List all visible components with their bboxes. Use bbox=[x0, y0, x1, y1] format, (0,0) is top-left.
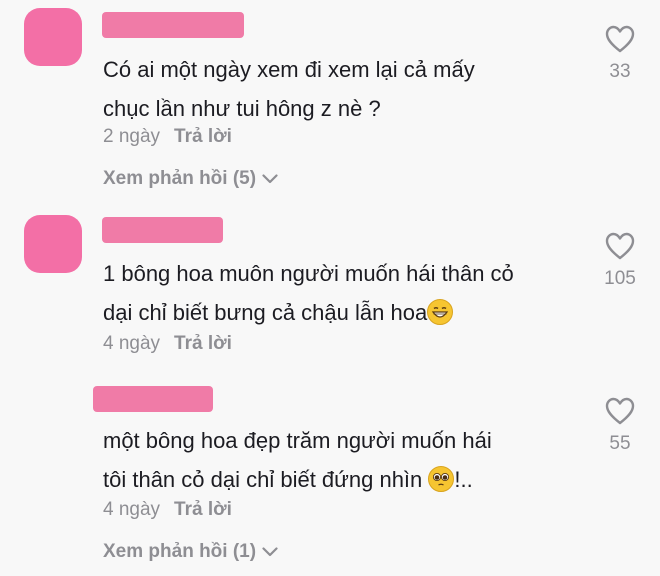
view-replies-button[interactable]: Xem phản hồi (1) bbox=[103, 541, 278, 563]
avatar[interactable] bbox=[24, 8, 82, 66]
comment-meta: 4 ngày Trả lời bbox=[103, 499, 232, 521]
like-button[interactable]: 33 bbox=[595, 25, 645, 83]
like-button[interactable]: 105 bbox=[595, 232, 645, 290]
comment-time: 2 ngày bbox=[103, 126, 161, 147]
grinning-face-emoji bbox=[427, 299, 454, 325]
comment-text: một bông hoa đẹp trăm người muốn hái tôi… bbox=[103, 428, 492, 492]
comment-text: 1 bông hoa muôn người muốn hái thân cỏ d… bbox=[103, 261, 514, 325]
heart-outline-icon bbox=[605, 232, 635, 260]
chevron-down-icon bbox=[262, 547, 278, 557]
comment-text: Có ai một ngày xem đi xem lại cả mấy chụ… bbox=[103, 57, 475, 121]
comment-time: 4 ngày bbox=[103, 499, 161, 520]
reply-button[interactable]: Trả lời bbox=[174, 333, 232, 354]
reply-button[interactable]: Trả lời bbox=[174, 126, 232, 147]
reply-button[interactable]: Trả lời bbox=[174, 499, 232, 520]
username-redacted[interactable] bbox=[102, 12, 244, 38]
heart-outline-icon bbox=[605, 397, 635, 425]
username-redacted[interactable] bbox=[102, 217, 223, 243]
like-count: 105 bbox=[604, 268, 636, 289]
heart-outline-icon bbox=[605, 25, 635, 53]
username-redacted[interactable] bbox=[93, 386, 213, 412]
like-count: 55 bbox=[609, 433, 631, 454]
avatar[interactable] bbox=[24, 215, 82, 273]
view-replies-button[interactable]: Xem phản hồi (5) bbox=[103, 168, 278, 190]
view-replies-label: Xem phản hồi (1) bbox=[103, 541, 257, 562]
comment-meta: 2 ngày Trả lời bbox=[103, 126, 232, 148]
like-count: 33 bbox=[609, 61, 631, 82]
like-button[interactable]: 55 bbox=[595, 397, 645, 455]
pleading-face-emoji bbox=[428, 466, 455, 492]
comment-meta: 4 ngày Trả lời bbox=[103, 333, 232, 355]
chevron-down-icon bbox=[262, 174, 278, 184]
view-replies-label: Xem phản hồi (5) bbox=[103, 168, 257, 189]
comment-time: 4 ngày bbox=[103, 333, 161, 354]
